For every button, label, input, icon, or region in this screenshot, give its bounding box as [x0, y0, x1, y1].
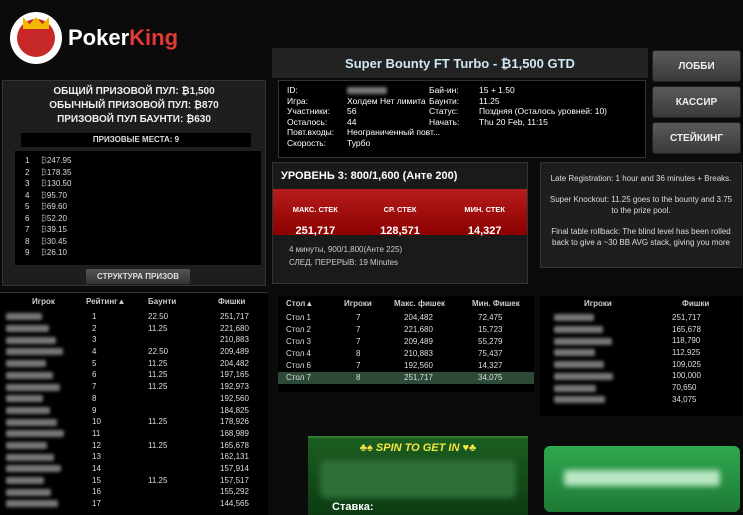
player-row[interactable]: 12 11.25 165,678	[0, 440, 268, 452]
table-row[interactable]: Стол 6 7 192,560 14,327	[278, 360, 534, 372]
clubs-icon: ♣♠	[359, 442, 376, 454]
table-player-row[interactable]: 70,650	[540, 382, 742, 394]
col-bounty[interactable]: Баунти	[142, 293, 204, 311]
spin-title: SPIN TO GET IN	[375, 442, 460, 454]
player-row[interactable]: 3 210,883	[0, 334, 268, 346]
table-player-row[interactable]: 251,717	[540, 312, 742, 324]
prize-place-row: 3 ₿ 130.50	[25, 179, 72, 188]
table-player-row[interactable]: 34,075	[540, 394, 742, 406]
total-prize-pool: ОБЩИЙ ПРИЗОВОЙ ПУЛ: ₿1,500	[53, 86, 215, 97]
hearts-icon: ♥♣	[459, 442, 477, 454]
player-row[interactable]: 7 11.25 192,973	[0, 381, 268, 393]
player-row[interactable]: 8 192,560	[0, 393, 268, 405]
player-row[interactable]: 13 162,131	[0, 451, 268, 463]
bet-label: Ставка:	[332, 501, 374, 513]
brand-name: PokerKing	[68, 25, 179, 50]
prize-places-list: 1 ₿ 247.95 2 ₿ 178.35 3 ₿ 130.50 4 ₿ 95.70 5 ₿ 69.60 6 ₿…	[15, 151, 261, 265]
note-line: Late Registration: 1 hour and 36 minutes…	[550, 174, 732, 183]
table-player-row[interactable]: 112,925	[540, 347, 742, 359]
bounty-prize-pool: ПРИЗОВОЙ ПУЛ БАУНТИ: ₿630	[57, 114, 211, 125]
lobby-button[interactable]: ЛОББИ	[652, 50, 741, 82]
table-row[interactable]: Стол 2 7 221,680 15,723	[278, 324, 534, 336]
prize-place-row: 2 ₿ 178.35	[25, 167, 72, 177]
info-row: Повт.входы: Неограниченный повт...	[287, 127, 441, 137]
player-row[interactable]: 2 11.25 221,680	[0, 323, 268, 335]
next-level: 4 минуты, 900/1,800(Анте 225)	[289, 245, 403, 254]
info-row: Участники: 56	[287, 106, 357, 116]
tournament-info: ID: Игра: Холдем Нет лимита Участники: 56 Ост…	[278, 80, 646, 158]
table-players-list[interactable]: Игроки Фишки 251,717 165,678 118,790 112,92…	[540, 296, 742, 416]
col-tp-chips: Фишки	[682, 299, 710, 308]
prize-structure-button[interactable]: СТРУКТУРА ПРИЗОВ	[86, 269, 190, 284]
prize-places-title: ПРИЗОВЫЕ МЕСТА: 9	[21, 133, 251, 147]
tournament-title: Super Bounty FT Turbo - ₿1,500 GTD	[272, 48, 648, 78]
tournament-notes[interactable]: Late Registration: 1 hour and 36 minutes…	[540, 162, 742, 268]
table-row[interactable]: Стол 1 7 204,482 72,475	[278, 312, 534, 324]
players-table[interactable]: Игрок Рейтинг▲ Баунти Фишки 1 22.50 251,71…	[0, 292, 268, 515]
info-row: Скорость: Турбо	[287, 137, 371, 148]
info-row: Осталось: 44	[287, 116, 357, 127]
player-row[interactable]: 9 184,825	[0, 405, 268, 417]
player-row[interactable]: 1 22.50 251,717	[0, 311, 268, 323]
level-title: УРОВЕНЬ 3: 800/1,600 (Анте 200)	[281, 170, 458, 182]
prize-place-row: 1 ₿ 247.95	[25, 156, 72, 165]
table-player-row[interactable]: 100,000	[540, 370, 742, 382]
staking-button[interactable]: СТЕЙКИНГ	[652, 122, 741, 154]
info-row: ID:	[287, 85, 440, 96]
register-button[interactable]	[544, 446, 740, 512]
player-row[interactable]: 6 11.25 197,165	[0, 369, 268, 381]
player-row[interactable]: 10 11.25 178,926	[0, 416, 268, 428]
max-stack: МАКС. СТЕК 251,717	[292, 205, 338, 237]
col-table[interactable]: Стол▲	[278, 296, 338, 312]
pokerking-logo: PokerKing	[10, 10, 210, 66]
col-rank[interactable]: Рейтинг▲	[86, 293, 142, 311]
prize-place-row: 4 ₿ 95.70	[25, 190, 67, 200]
col-min-chips[interactable]: Мин. Фишек	[462, 296, 532, 312]
player-row[interactable]: 11 168,989	[0, 428, 268, 440]
info-row: Игра: Холдем Нет лимита	[287, 95, 426, 106]
table-row[interactable]: Стол 4 8 210,883 75,437	[278, 348, 534, 360]
next-break: СЛЕД. ПЕРЕРЫВ: 19 Minutes	[289, 258, 399, 267]
player-row[interactable]: 16 155,292	[0, 486, 268, 498]
tables-list[interactable]: Стол▲ Игроки Макс. фишек Мин. Фишек Стол…	[278, 296, 534, 392]
level-panel: УРОВЕНЬ 3: 800/1,600 (Анте 200) МАКС. СТ…	[272, 162, 528, 284]
info-row: Начать: Thu 20 Feb, 11:15	[429, 116, 548, 127]
col-player[interactable]: Игрок	[0, 293, 86, 311]
prize-place-row: 5 ₿ 69.60	[25, 202, 67, 211]
king-mascot-icon	[10, 12, 62, 64]
regular-prize-pool: ОБЫЧНЫЙ ПРИЗОВОЙ ПУЛ: ₿870	[49, 100, 219, 111]
prize-place-row: 7 ₿ 39.15	[25, 225, 67, 234]
col-tp-player: Игроки	[584, 299, 612, 308]
prize-place-row: 6 ₿ 52.20	[25, 213, 67, 223]
table-player-row[interactable]: 109,025	[540, 359, 742, 371]
table-row[interactable]: Стол 7 8 251,717 34,075	[278, 372, 534, 384]
col-max-chips[interactable]: Макс. фишек	[390, 296, 462, 312]
col-chips[interactable]: Фишки	[204, 293, 264, 311]
table-player-row[interactable]: 165,678	[540, 324, 742, 336]
prize-place-row: 8 ₿ 30.45	[25, 236, 67, 246]
cashier-button[interactable]: КАССИР	[652, 86, 741, 118]
info-row: Баунти: 11.25	[429, 95, 500, 106]
player-row[interactable]: 5 11.25 204,482	[0, 358, 268, 370]
player-row[interactable]: 15 11.25 157,517	[0, 475, 268, 487]
player-row[interactable]: 4 22.50 209,489	[0, 346, 268, 358]
player-row[interactable]: 17 144,565	[0, 498, 268, 510]
info-row: Бай-ин: 15 + 1.50	[429, 85, 515, 95]
min-stack: МИН. СТЕК 14,327	[464, 205, 505, 237]
player-row[interactable]: 14 157,914	[0, 463, 268, 475]
note-line: Final table rollback: The blind level ha…	[551, 227, 731, 247]
info-row: Статус: Поздняя (Осталось уровней: 10)	[429, 106, 608, 116]
col-players[interactable]: Игроки	[338, 296, 390, 312]
prize-pool-panel: ОБЩИЙ ПРИЗОВОЙ ПУЛ: ₿1,500 ОБЫЧНЫЙ ПРИЗО…	[2, 80, 266, 286]
table-player-row[interactable]: 118,790	[540, 335, 742, 347]
prize-place-row: 9 ₿ 26.10	[25, 248, 67, 257]
spin-banner[interactable]: ♣♠ SPIN TO GET IN ♥♣ Ставка:	[308, 436, 528, 515]
stack-stats: МАКС. СТЕК 251,717 СР. СТЕК 128,571 МИН. С…	[273, 189, 527, 237]
note-line: Super Knockout: 11.25 goes to the bounty…	[549, 195, 733, 215]
table-row[interactable]: Стол 3 7 209,489 55,279	[278, 336, 534, 348]
avg-stack: СР. СТЕК 128,571	[380, 205, 420, 237]
